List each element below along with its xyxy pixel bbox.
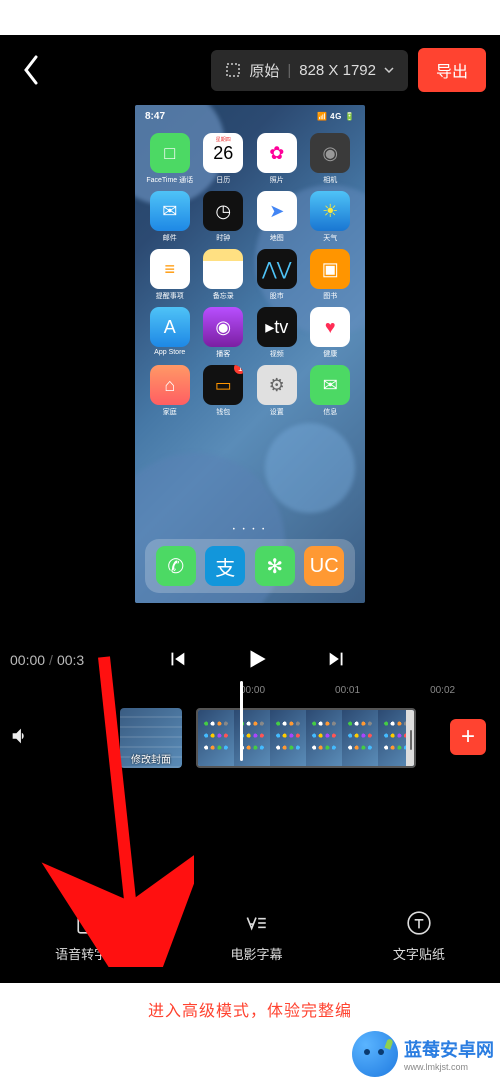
playhead[interactable] xyxy=(240,681,243,761)
ios-app: ☀天气 xyxy=(306,191,356,243)
dock-app: ✆ xyxy=(156,546,196,586)
preview-video-frame: 8:47 📶 4G 🔋 □FaceTime 通话星期四26日历✿照片◉相机 ✉邮件… xyxy=(135,105,365,603)
ios-app: 星期四26日历 xyxy=(199,133,249,185)
caret-down-icon xyxy=(384,67,394,73)
back-button[interactable] xyxy=(14,49,48,91)
dock-app: 支 xyxy=(205,546,245,586)
tool-label: 电影字幕 xyxy=(230,944,282,963)
plus-icon: + xyxy=(461,723,475,751)
ios-app: ◷时钟 xyxy=(199,191,249,243)
page-dots: • • • • xyxy=(135,527,365,533)
next-button[interactable] xyxy=(326,648,348,673)
tool-text-sticker[interactable]: 文字贴纸 xyxy=(393,910,445,963)
tick-label: 00:00 xyxy=(240,685,265,701)
editor-header: 原始 | 828 X 1792 导出 xyxy=(0,35,500,105)
tool-label: 文字贴纸 xyxy=(393,944,445,963)
skip-next-icon xyxy=(326,648,348,670)
preview-area[interactable]: 8:47 📶 4G 🔋 □FaceTime 通话星期四26日历✿照片◉相机 ✉邮件… xyxy=(0,105,500,635)
ios-dock: ✆支✻UC xyxy=(145,539,355,593)
ios-statusbar: 8:47 📶 4G 🔋 xyxy=(135,105,365,127)
bottom-toolbar: 语音转字幕 电影字幕 文字贴纸 xyxy=(0,901,500,971)
phone-signal: 📶 4G 🔋 xyxy=(317,112,355,121)
timeline[interactable]: 00:00 00:01 00:02 修改封面 + xyxy=(0,685,500,795)
tick-label: 00:02 xyxy=(430,685,455,701)
ios-app: ◉相机 xyxy=(306,133,356,185)
ios-app: 备忘录 xyxy=(199,249,249,301)
resolution-value: 828 X 1792 xyxy=(299,62,376,79)
resolution-selector[interactable]: 原始 | 828 X 1792 xyxy=(211,50,408,91)
add-clip-button[interactable]: + xyxy=(450,719,486,755)
advanced-mode-label: 进入高级模式，体验完整编 xyxy=(148,997,352,1021)
ios-app: ➤地图 xyxy=(252,191,302,243)
ios-app: ✉信息 xyxy=(306,365,356,417)
dock-app: UC xyxy=(304,546,344,586)
tool-movie-subtitle[interactable]: 电影字幕 xyxy=(230,910,282,963)
tick-label: 00:01 xyxy=(335,685,360,701)
video-editor-screen: 原始 | 828 X 1792 导出 8:47 📶 4G 🔋 □FaceTime… xyxy=(0,35,500,1035)
ios-app: ▣图书 xyxy=(306,249,356,301)
tool-voice-subtitle[interactable]: 语音转字幕 xyxy=(55,910,120,963)
video-clip[interactable] xyxy=(196,708,416,768)
play-icon xyxy=(244,646,270,672)
phone-time: 8:47 xyxy=(145,111,165,122)
tool-label: 语音转字幕 xyxy=(55,944,120,963)
watermark-text: 蓝莓安卓网 xyxy=(404,1036,494,1062)
speaker-icon xyxy=(9,725,31,747)
ios-app: ⋀⋁股市 xyxy=(252,249,302,301)
play-button[interactable] xyxy=(244,646,270,675)
crop-icon xyxy=(225,62,241,78)
ios-app: ◉播客 xyxy=(199,307,249,359)
advanced-mode-button[interactable]: 进入高级模式，体验完整编 xyxy=(0,983,500,1035)
timeline-ticks: 00:00 00:01 00:02 xyxy=(240,685,500,701)
dock-app: ✻ xyxy=(255,546,295,586)
ios-app: ⌂家庭 xyxy=(145,365,195,417)
ios-app-grid: □FaceTime 通话星期四26日历✿照片◉相机 ✉邮件◷时钟➤地图☀天气 ≡提醒… xyxy=(145,133,355,417)
original-label: 原始 xyxy=(249,60,279,81)
ios-app: ⚙设置 xyxy=(252,365,302,417)
ios-app: ≡提醒事项 xyxy=(145,249,195,301)
cover-thumbnail[interactable]: 修改封面 xyxy=(120,708,182,768)
watermark: 蓝莓安卓网 www.lmkjst.com xyxy=(352,1031,494,1077)
clip-trim-right[interactable] xyxy=(406,710,416,766)
prev-button[interactable] xyxy=(166,648,188,673)
ios-app: □FaceTime 通话 xyxy=(145,133,195,185)
ios-app: ✉邮件 xyxy=(145,191,195,243)
time-total: 00:3 xyxy=(57,652,84,668)
time-current: 00:00 xyxy=(10,652,45,668)
ios-app: ✿照片 xyxy=(252,133,302,185)
blueberry-icon xyxy=(352,1031,398,1077)
playback-bar: 00:00 / 00:3 xyxy=(0,635,500,685)
ios-app: ▭1钱包 xyxy=(199,365,249,417)
ios-app: ♥健康 xyxy=(306,307,356,359)
ios-app: ▸tv视频 xyxy=(252,307,302,359)
mute-button[interactable] xyxy=(0,725,40,752)
watermark-url: www.lmkjst.com xyxy=(404,1062,494,1072)
chevron-left-icon xyxy=(22,55,40,85)
export-button[interactable]: 导出 xyxy=(418,48,486,92)
ios-app: AApp Store xyxy=(145,307,195,359)
skip-previous-icon xyxy=(166,648,188,670)
cover-label: 修改封面 xyxy=(131,751,171,766)
